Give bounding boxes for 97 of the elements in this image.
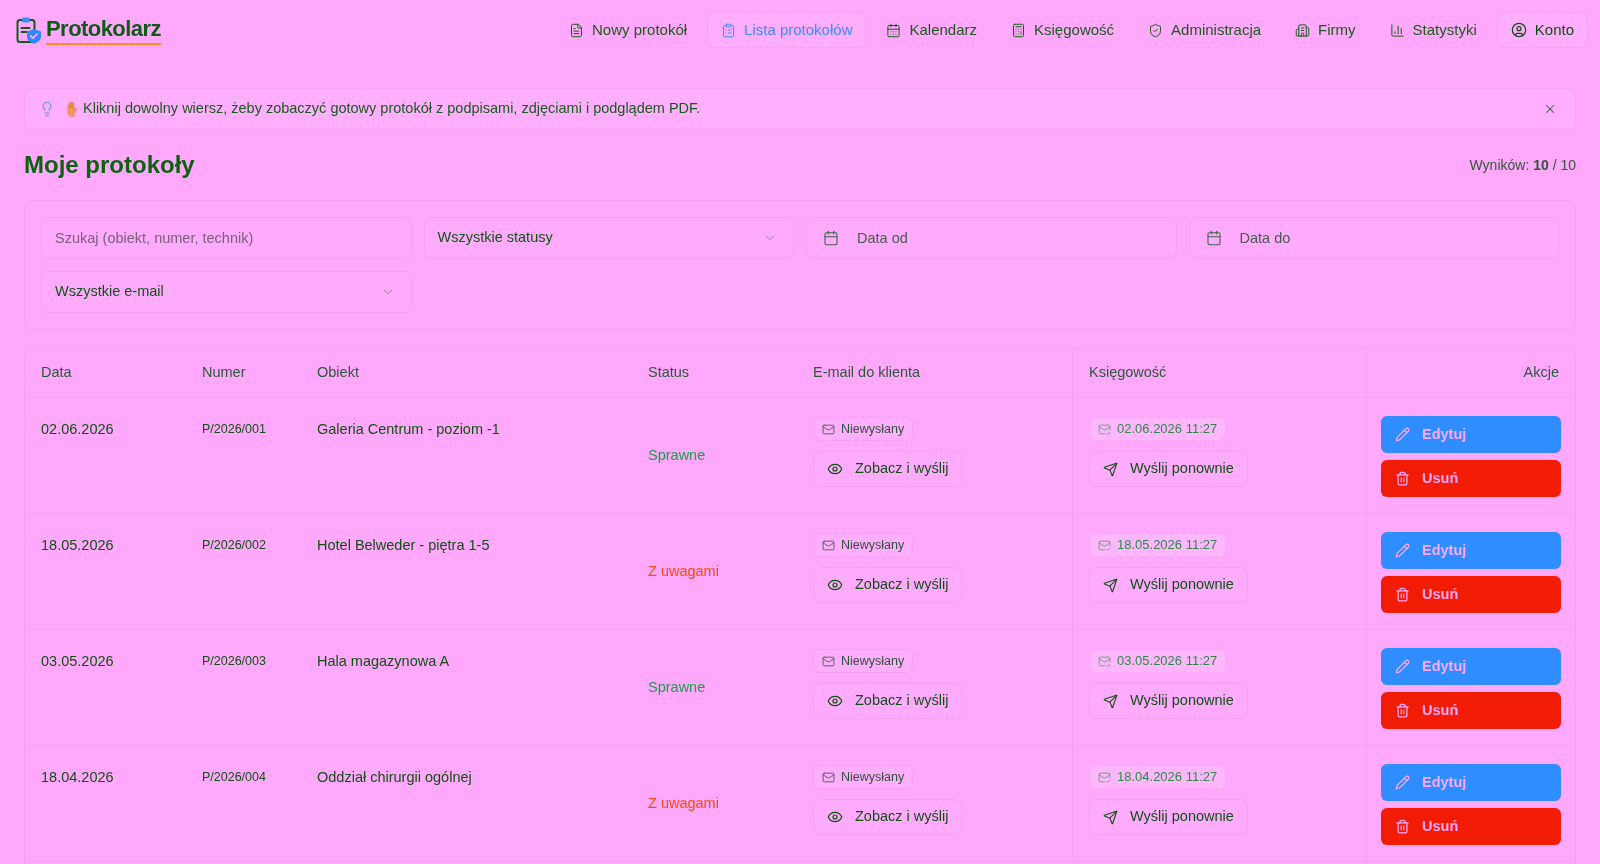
- protocol-number: P/2026/003: [202, 654, 266, 668]
- protocol-date: 18.04.2026: [41, 769, 114, 785]
- protocol-number: P/2026/002: [202, 538, 266, 552]
- status-label: Sprawne: [648, 677, 706, 697]
- nav-tab[interactable]: Nowy protokół: [555, 12, 702, 48]
- email-status-text: Niewysłany: [841, 652, 905, 670]
- pencil-icon: [1395, 427, 1410, 442]
- send-icon: [1103, 693, 1118, 709]
- protocol-number: P/2026/004: [202, 770, 266, 784]
- hand-icon: [65, 101, 80, 117]
- preview-send-button[interactable]: Zobacz i wyślij: [813, 683, 963, 719]
- column-header: Księgowość: [1089, 363, 1167, 383]
- column-header: Status: [648, 363, 690, 383]
- nav-tab[interactable]: Firmy: [1281, 12, 1370, 48]
- building-icon: [1295, 22, 1311, 38]
- email-status-text: Niewysłany: [841, 420, 905, 438]
- calendar-icon: [1205, 230, 1222, 246]
- page-title: Moje protokoły: [24, 150, 195, 180]
- mail-check-icon: [1098, 770, 1111, 784]
- date-field[interactable]: Data od: [806, 217, 1177, 259]
- eye-icon: [827, 577, 843, 593]
- account-button[interactable]: Konto: [1496, 12, 1588, 48]
- lightbulb-icon: [39, 101, 55, 117]
- shield-check-icon: [1148, 22, 1164, 38]
- protocol-date: 02.06.2026: [41, 421, 114, 437]
- send-icon: [1103, 461, 1118, 477]
- resend-button[interactable]: Wyślij ponownie: [1089, 567, 1248, 603]
- status-label: Sprawne: [648, 445, 706, 465]
- mail-icon: [822, 654, 835, 668]
- eye-icon: [827, 809, 843, 825]
- table-row[interactable]: 02.06.2026 P/2026/001 Galeria Centrum - poziom -1 Sprawne Niewysłany Zobacz i wyślij 02.06.2026 11:27 Wyślij ponownie Edytuj Usuń: [25, 398, 1575, 514]
- sent-date-text: 18.04.2026 11:27: [1117, 768, 1218, 787]
- protocol-date: 03.05.2026: [41, 653, 114, 669]
- site-name: Galeria Centrum - poziom -1: [317, 421, 500, 437]
- mail-check-icon: [1098, 654, 1111, 668]
- email-select[interactable]: Wszystkie e-mail: [41, 271, 412, 313]
- send-icon: [1103, 577, 1118, 593]
- eye-icon: [827, 693, 843, 709]
- nav-tab[interactable]: Księgowość: [997, 12, 1129, 48]
- sent-date-text: 18.05.2026 11:27: [1117, 536, 1218, 555]
- mail-check-icon: [1098, 538, 1111, 552]
- table-row[interactable]: 18.04.2026 P/2026/004 Oddział chirurgii ogólnej Z uwagami Niewysłany Zobacz i wyślij 18.04.2026 11:27 Wyślij ponownie Edytuj Usuń: [25, 746, 1575, 862]
- sent-date-text: 03.05.2026 11:27: [1117, 652, 1218, 671]
- site-name: Oddział chirurgii ogólnej: [317, 769, 472, 785]
- mail-icon: [822, 770, 835, 784]
- clipboard-shield-icon: [16, 16, 42, 44]
- resend-button[interactable]: Wyślij ponownie: [1089, 799, 1248, 835]
- preview-send-button[interactable]: Zobacz i wyślij: [813, 451, 963, 487]
- status-select[interactable]: Wszystkie statusy: [423, 217, 794, 259]
- resend-button[interactable]: Wyślij ponownie: [1089, 683, 1248, 719]
- nav-tab[interactable]: Administracja: [1134, 12, 1276, 48]
- table-row[interactable]: 03.05.2026 P/2026/003 Hala magazynowa A Sprawne Niewysłany Zobacz i wyślij 03.05.2026 11:27 Wyślij ponownie Edytuj Usuń: [25, 630, 1575, 746]
- trash-icon: [1395, 703, 1410, 718]
- sent-date-text: 02.06.2026 11:27: [1117, 420, 1218, 439]
- nav-tab[interactable]: Kalendarz: [872, 12, 992, 48]
- table-row[interactable]: 18.05.2026 P/2026/002 Hotel Belweder - piętra 1-5 Z uwagami Niewysłany Zobacz i wyślij 18.05.2026 11:27 Wyślij ponownie Edytuj Usuń: [25, 514, 1575, 630]
- calendar-icon: [886, 22, 902, 38]
- close-icon: [1543, 102, 1557, 116]
- preview-send-button[interactable]: Zobacz i wyślij: [813, 567, 963, 603]
- search-field[interactable]: Szukaj (obiekt, numer, technik): [41, 217, 412, 259]
- column-header: Obiekt: [317, 363, 359, 383]
- mail-icon: [822, 422, 835, 436]
- column-header: Data: [41, 363, 72, 383]
- column-header: Akcje: [1523, 363, 1559, 383]
- email-status-text: Niewysłany: [841, 768, 905, 786]
- results-count: Wyników: 10 / 10: [1469, 155, 1576, 175]
- eye-icon: [827, 461, 843, 477]
- protocol-date: 18.05.2026: [41, 537, 114, 553]
- bar-chart-icon: [1389, 22, 1405, 38]
- site-name: Hotel Belweder - piętra 1-5: [317, 537, 490, 553]
- calculator-icon: [1011, 22, 1027, 38]
- column-header: Numer: [202, 363, 246, 383]
- column-header: E-mail do klienta: [813, 363, 921, 383]
- status-label: Z uwagami: [648, 793, 719, 813]
- nav-tab[interactable]: Statystyki: [1375, 12, 1491, 48]
- mail-icon: [822, 538, 835, 552]
- pencil-icon: [1395, 775, 1410, 790]
- logo-text: Protokolarz: [46, 15, 161, 45]
- pencil-icon: [1395, 543, 1410, 558]
- calendar-icon: [823, 230, 839, 246]
- email-status-text: Niewysłany: [841, 536, 905, 554]
- site-name: Hala magazynowa A: [317, 653, 450, 669]
- trash-icon: [1395, 587, 1410, 602]
- mail-check-icon: [1098, 422, 1111, 436]
- clipboard-list-icon: [721, 22, 737, 38]
- date-field[interactable]: Data do: [1188, 217, 1559, 259]
- trash-icon: [1395, 819, 1410, 834]
- preview-send-button[interactable]: Zobacz i wyślij: [813, 799, 963, 835]
- user-circle-icon: [1510, 22, 1527, 38]
- send-icon: [1103, 809, 1118, 825]
- trash-icon: [1395, 471, 1410, 486]
- status-label: Z uwagami: [648, 561, 719, 581]
- protocol-number: P/2026/001: [202, 422, 266, 436]
- banner-text: Kliknij dowolny wiersz, żeby zobaczyć gotowy protokół z podpisami, zdjęciami i podglądem PDF.: [83, 99, 701, 119]
- document-icon: [569, 22, 585, 38]
- pencil-icon: [1395, 659, 1410, 674]
- resend-button[interactable]: Wyślij ponownie: [1089, 451, 1248, 487]
